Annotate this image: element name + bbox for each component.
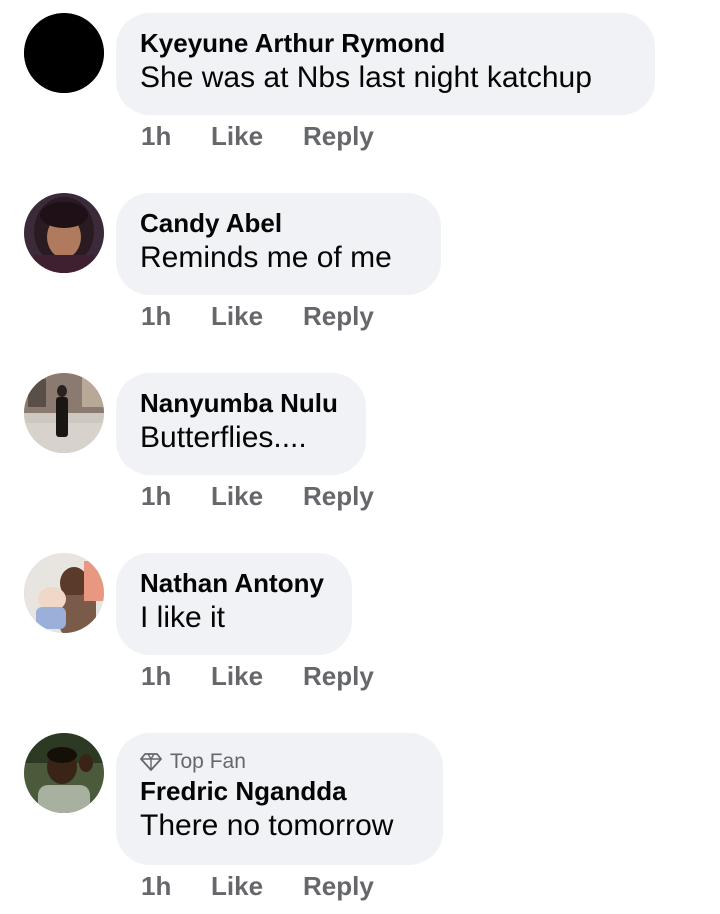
reply-button[interactable]: Reply (303, 661, 374, 691)
comment-timestamp[interactable]: 1h (141, 661, 211, 691)
avatar[interactable] (24, 13, 104, 93)
comment-text: Butterflies.... (140, 421, 307, 454)
comment-actions: 1h Like Reply (141, 871, 374, 901)
like-button[interactable]: Like (211, 661, 303, 691)
comment-actions: 1h Like Reply (141, 301, 374, 331)
comment-text: I like it (140, 601, 226, 634)
like-button[interactable]: Like (211, 121, 303, 151)
comment-author[interactable]: Fredric Ngandda (140, 775, 413, 807)
comment-timestamp[interactable]: 1h (141, 121, 211, 151)
comment-bubble: Nanyumba Nulu Butterflies.... (116, 373, 366, 475)
comment-text: Reminds me of me (140, 241, 392, 274)
comment-actions: 1h Like Reply (141, 481, 374, 511)
comment-author[interactable]: Kyeyune Arthur Rymond (140, 27, 625, 59)
reply-button[interactable]: Reply (303, 301, 374, 331)
comment-text: She was at Nbs last night katchup (140, 61, 592, 94)
reply-button[interactable]: Reply (303, 121, 374, 151)
comment-bubble: Nathan Antony I like it (116, 553, 352, 655)
reply-button[interactable]: Reply (303, 481, 374, 511)
comment-bubble: Kyeyune Arthur Rymond She was at Nbs las… (116, 13, 655, 115)
avatar[interactable] (24, 193, 104, 273)
comment-author[interactable]: Candy Abel (140, 207, 411, 239)
comment-author[interactable]: Nanyumba Nulu (140, 387, 338, 419)
like-button[interactable]: Like (211, 301, 303, 331)
comment-timestamp[interactable]: 1h (141, 871, 211, 901)
comment-author[interactable]: Nathan Antony (140, 567, 324, 599)
avatar[interactable] (24, 553, 104, 633)
avatar[interactable] (24, 373, 104, 453)
reply-button[interactable]: Reply (303, 871, 374, 901)
top-fan-label: Top Fan (170, 750, 246, 773)
comment-actions: 1h Like Reply (141, 661, 374, 691)
comment-timestamp[interactable]: 1h (141, 481, 211, 511)
top-fan-badge: Top Fan (140, 749, 413, 775)
like-button[interactable]: Like (211, 871, 303, 901)
comment-timestamp[interactable]: 1h (141, 301, 211, 331)
diamond-icon (140, 753, 162, 771)
comment-bubble: Top Fan Fredric Ngandda There no tomorro… (116, 733, 443, 865)
comment-actions: 1h Like Reply (141, 121, 374, 151)
comment-text: There no tomorrow (140, 809, 394, 842)
like-button[interactable]: Like (211, 481, 303, 511)
avatar[interactable] (24, 733, 104, 813)
comment-bubble: Candy Abel Reminds me of me (116, 193, 441, 295)
